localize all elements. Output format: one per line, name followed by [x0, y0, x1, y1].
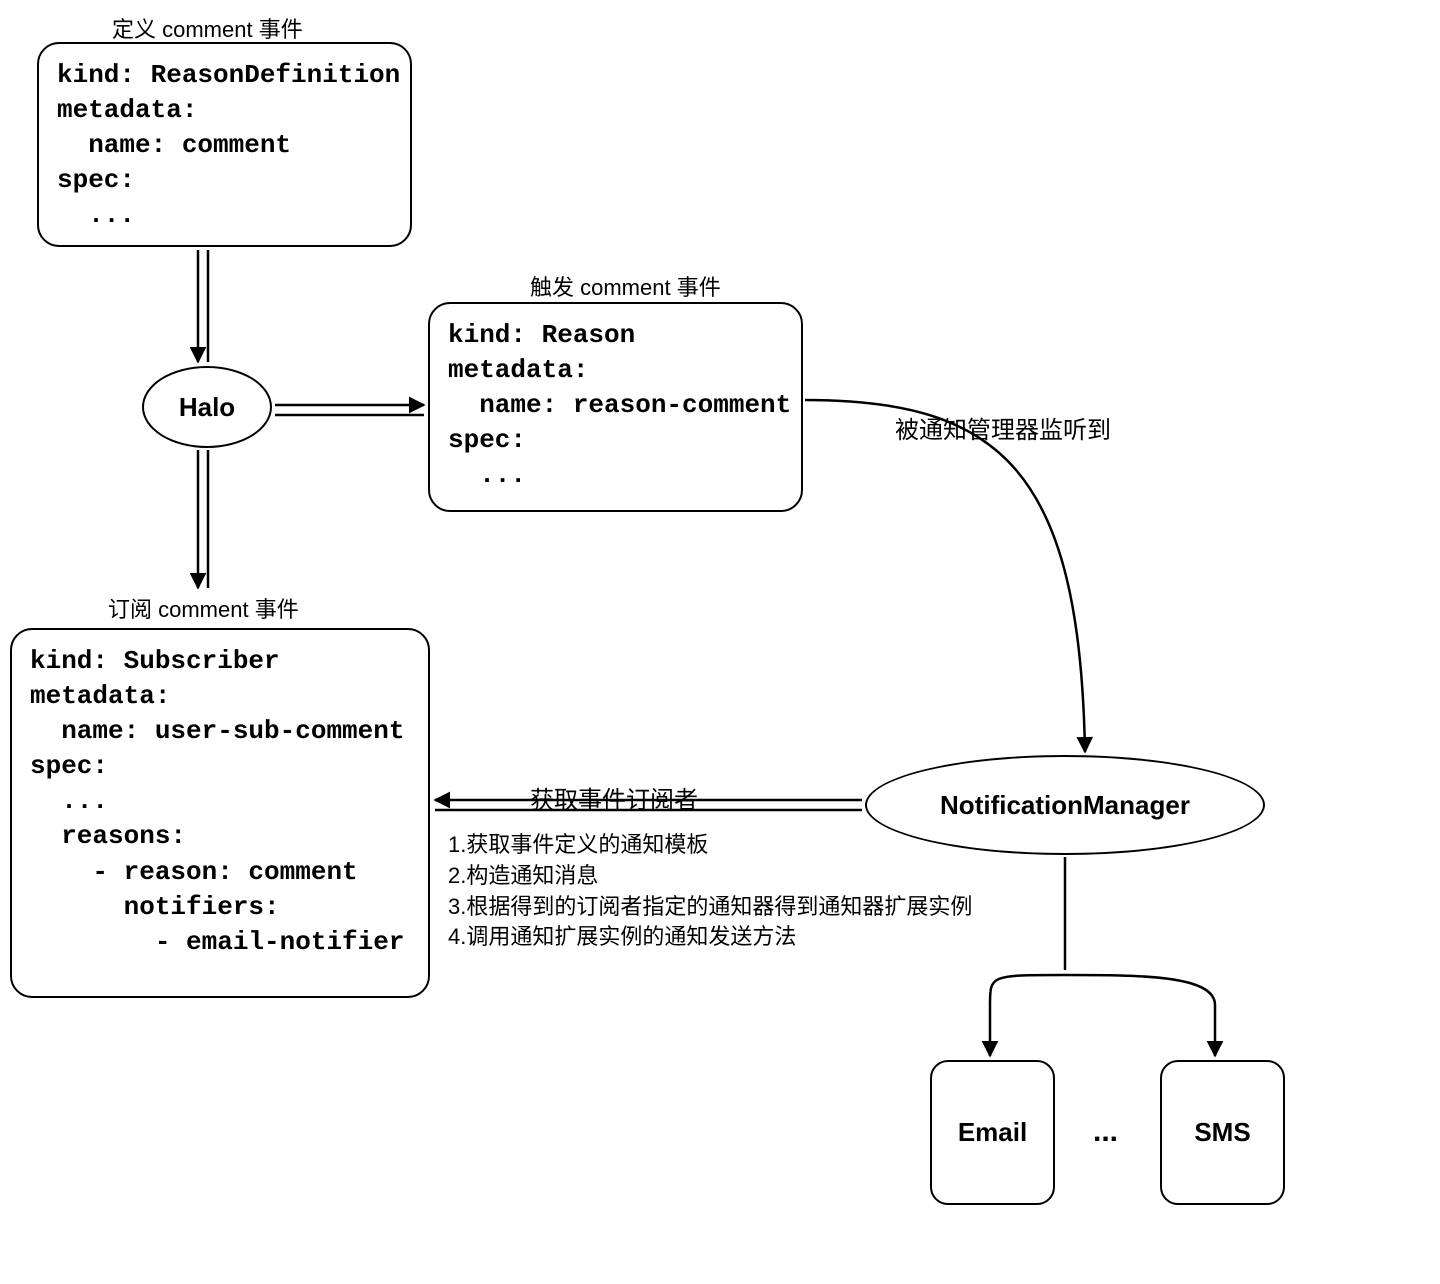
notification-manager-label: NotificationManager — [940, 790, 1190, 821]
trigger-box: kind: Reason metadata: name: reason-comm… — [428, 302, 803, 512]
subscriber-title: 订阅 comment 事件 — [108, 592, 299, 624]
subscriber-box: kind: Subscriber metadata: name: user-su… — [10, 628, 430, 998]
listened-label: 被通知管理器监听到 — [895, 410, 1111, 445]
definition-title: 定义 comment 事件 — [112, 12, 303, 44]
halo-node: Halo — [142, 366, 272, 448]
trigger-title: 触发 comment 事件 — [530, 270, 721, 302]
trigger-code: kind: Reason metadata: name: reason-comm… — [448, 318, 783, 493]
diagram-canvas: 定义 comment 事件 kind: ReasonDefinition met… — [0, 0, 1440, 1284]
definition-code: kind: ReasonDefinition metadata: name: c… — [57, 58, 392, 233]
email-label: Email — [958, 1117, 1027, 1148]
subscriber-code: kind: Subscriber metadata: name: user-su… — [30, 644, 410, 960]
email-notifier-box: Email — [930, 1060, 1055, 1205]
definition-box: kind: ReasonDefinition metadata: name: c… — [37, 42, 412, 247]
halo-label: Halo — [179, 392, 235, 423]
ellipsis-label: ... — [1093, 1115, 1118, 1149]
steps-text: 1.获取事件定义的通知模板 2.构造通知消息 3.根据得到的订阅者指定的通知器得… — [448, 830, 972, 953]
get-subscribers-label: 获取事件订阅者 — [530, 780, 698, 815]
sms-label: SMS — [1194, 1117, 1250, 1148]
sms-notifier-box: SMS — [1160, 1060, 1285, 1205]
